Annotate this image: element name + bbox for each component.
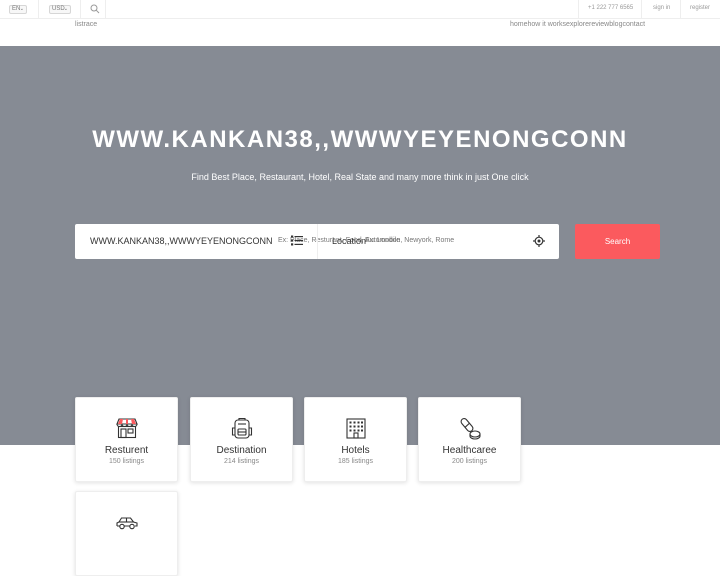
nav-item-contact[interactable]: contact [622, 21, 645, 28]
category-card-resturent[interactable]: Resturent 150 listings [75, 397, 178, 482]
storefront-icon [116, 418, 138, 439]
chevron-down-icon: ⌄ [63, 6, 68, 12]
top-bar: EN ⌄ USD ⌄ +1 222 777 6565 sign in regis… [0, 0, 720, 19]
register-link[interactable]: register [690, 5, 710, 11]
category-name: Resturent [104, 445, 149, 456]
category-card-healthcaree[interactable]: Healthcaree 200 listings [418, 397, 521, 482]
hero-section: WWW.KANKAN38,,WWWYEYENONGCONN Find Best … [0, 46, 720, 445]
language-select[interactable]: EN ⌄ [9, 5, 27, 14]
signin-link[interactable]: sign in [653, 5, 670, 11]
currency-select[interactable]: USD ⌄ [49, 5, 71, 14]
category-card-destination[interactable]: Destination 214 listings [190, 397, 293, 482]
car-icon [116, 517, 138, 530]
nav-item-explore[interactable]: explore [566, 21, 589, 28]
hero-subtitle: Find Best Place, Restaurant, Hotel, Real… [191, 172, 529, 182]
location-target-icon[interactable] [533, 235, 545, 247]
category-count: 214 listings [223, 458, 260, 465]
location-label: Location [332, 236, 367, 246]
pill-icon [460, 418, 481, 440]
chevron-down-icon: ⌄ [19, 6, 24, 12]
phone-number: +1 222 777 6565 [588, 5, 634, 11]
category-card-hotels[interactable]: Hotels 185 listings [304, 397, 407, 482]
currency-value: USD [52, 6, 65, 12]
main-nav: home how it works explore review blog co… [510, 21, 645, 28]
logo[interactable]: listrace [75, 21, 97, 28]
search-button[interactable]: Search [575, 224, 660, 259]
keyword-input[interactable]: WWW.KANKAN38,,WWWYEYENONGCONN [90, 236, 273, 246]
category-name: Healthcaree [442, 445, 497, 456]
nav-item-home[interactable]: home [510, 21, 528, 28]
divider [105, 0, 106, 19]
category-card-automobile[interactable] [75, 491, 178, 576]
nav-item-blog[interactable]: blog [609, 21, 622, 28]
category-count: 185 listings [337, 458, 374, 465]
backpack-icon [231, 417, 253, 439]
location-input[interactable]: Ex: London, Newyork, Rome [365, 237, 454, 244]
category-name: Destination [216, 445, 267, 456]
search-divider [317, 224, 318, 259]
main-header: listrace home how it works explore revie… [0, 19, 720, 46]
hero-title: WWW.KANKAN38,,WWWYEYENONGCONN [92, 126, 628, 153]
divider [680, 0, 681, 19]
search-form: WWW.KANKAN38,,WWWYEYENONGCONN Ex: Place,… [75, 224, 559, 259]
search-icon[interactable] [90, 4, 100, 14]
nav-item-review[interactable]: review [589, 21, 609, 28]
category-count: 200 listings [451, 458, 488, 465]
category-name: Hotels [341, 445, 370, 456]
building-icon [346, 418, 366, 439]
divider [38, 0, 39, 19]
divider [641, 0, 642, 19]
category-count: 150 listings [108, 458, 145, 465]
list-icon [291, 235, 303, 246]
divider [80, 0, 81, 19]
nav-item-how-it-works[interactable]: how it works [528, 21, 567, 28]
divider [578, 0, 579, 19]
